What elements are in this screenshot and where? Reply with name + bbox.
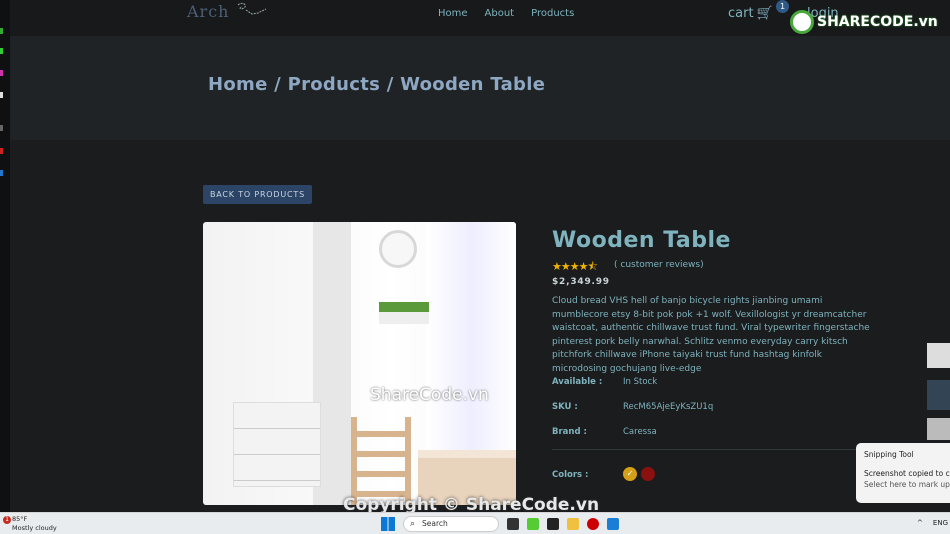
hero-banner: Home / Products / Wooden Table [10, 36, 950, 140]
taskbar: 185°FMostly cloudy Search ^ ENG [0, 512, 950, 534]
clock-icon [379, 230, 417, 268]
breadcrumb: Home / Products / Wooden Table [208, 74, 546, 95]
cart-count-badge: 1 [776, 0, 789, 13]
file-explorer-icon[interactable] [567, 518, 579, 530]
nav-home[interactable]: Home [438, 8, 468, 19]
terminal-icon[interactable] [547, 518, 559, 530]
logo-mark-icon [237, 2, 267, 15]
product-image [203, 222, 516, 505]
task-view-icon[interactable] [507, 518, 519, 530]
logo[interactable]: Arch [187, 2, 229, 21]
product-price: $2,349.99 [552, 277, 610, 287]
product-description: Cloud bread VHS hell of banjo bicycle ri… [552, 296, 870, 374]
app-icon[interactable] [527, 518, 539, 530]
language-indicator[interactable]: ENG [933, 519, 948, 527]
image-watermark: ShareCode.vn [370, 385, 489, 405]
back-to-products-button[interactable]: BACK TO PRODUCTS [203, 185, 312, 204]
sharecode-watermark: SHARECODE.vn [790, 10, 938, 34]
cart-label: cart [728, 6, 754, 21]
vscode-icon[interactable] [607, 518, 619, 530]
product-title: Wooden Table [552, 228, 731, 253]
detail-brand: Brand : Caressa [552, 427, 657, 437]
taskbar-search[interactable]: Search [403, 516, 499, 532]
nav-links: Home About Products [438, 8, 574, 19]
cart-icon: 🛒 [756, 6, 773, 21]
sharecode-logo-icon [790, 10, 814, 34]
cart-button[interactable]: cart 🛒 [728, 6, 773, 21]
start-icon[interactable] [381, 517, 395, 531]
toast-line1: Screenshot copied to clip [864, 469, 950, 478]
detail-available: Available : In Stock [552, 377, 658, 387]
weather-widget[interactable]: 1 85°F Mostly cloudy [3, 515, 57, 533]
system-tray: ^ ENG [917, 519, 948, 527]
detail-sku: SKU : RecM65AjeEyKsZU1q [552, 402, 714, 412]
nav-about[interactable]: About [485, 8, 515, 19]
left-strip [0, 0, 10, 512]
snipping-tool-toast[interactable]: Snipping Tool Screenshot copied to clip … [856, 443, 950, 503]
divider [552, 449, 872, 450]
toast-line2: Select here to mark up a [864, 480, 950, 489]
color-swatch-gold[interactable]: ✓ [623, 467, 637, 481]
customer-reviews[interactable]: ( customer reviews) [614, 260, 704, 270]
toast-app-name: Snipping Tool [864, 450, 914, 459]
recorder-icon[interactable] [587, 518, 599, 530]
window-thumbnails [890, 340, 950, 440]
color-swatch-red[interactable] [641, 467, 655, 481]
rating-stars-icon: ★★★★⯪ [552, 260, 598, 273]
tray-chevron-icon[interactable]: ^ [917, 519, 923, 527]
nav-products[interactable]: Products [531, 8, 574, 19]
colors-label: Colors : [552, 470, 589, 480]
